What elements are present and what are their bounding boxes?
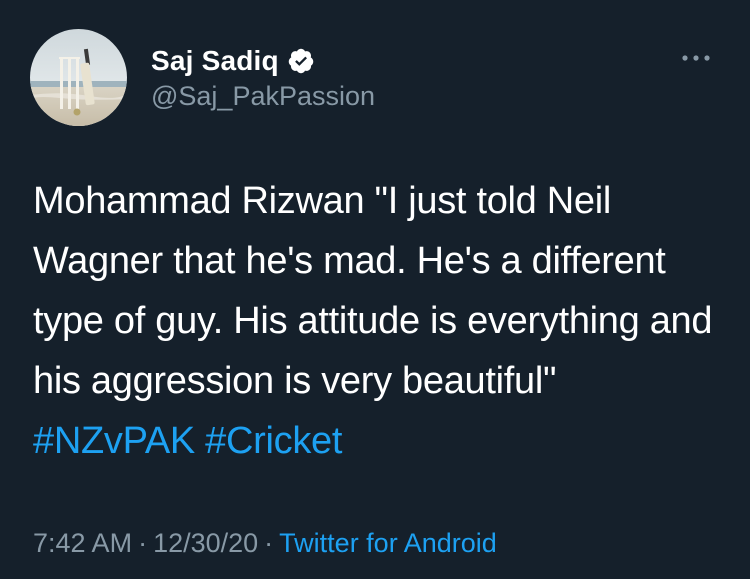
verified-badge-icon xyxy=(287,47,315,75)
display-name[interactable]: Saj Sadiq xyxy=(151,45,279,77)
tweet-date[interactable]: 12/30/20 xyxy=(153,528,258,558)
tweet-meta: 7:42 AM · 12/30/20 · Twitter for Android xyxy=(33,528,497,559)
tweet-card: Saj Sadiq @Saj_PakPassion Mohammad Rizwa… xyxy=(0,0,750,579)
meta-separator: · xyxy=(138,528,148,558)
meta-separator: · xyxy=(264,528,274,558)
tweet-body: Mohammad Rizwan "I just told Neil Wagner… xyxy=(33,180,713,402)
user-handle[interactable]: @Saj_PakPassion xyxy=(151,81,375,112)
avatar-image xyxy=(30,29,127,126)
ellipsis-icon[interactable] xyxy=(676,46,716,70)
hashtag-link[interactable]: #Cricket xyxy=(205,420,342,462)
hashtag-link[interactable]: #NZvPAK xyxy=(33,420,195,462)
tweet-time[interactable]: 7:42 AM xyxy=(33,528,132,558)
tweet-text: Mohammad Rizwan "I just told Neil Wagner… xyxy=(33,171,723,471)
name-row: Saj Sadiq xyxy=(151,43,315,79)
tweet-source-link[interactable]: Twitter for Android xyxy=(279,528,497,558)
avatar[interactable] xyxy=(30,29,127,126)
